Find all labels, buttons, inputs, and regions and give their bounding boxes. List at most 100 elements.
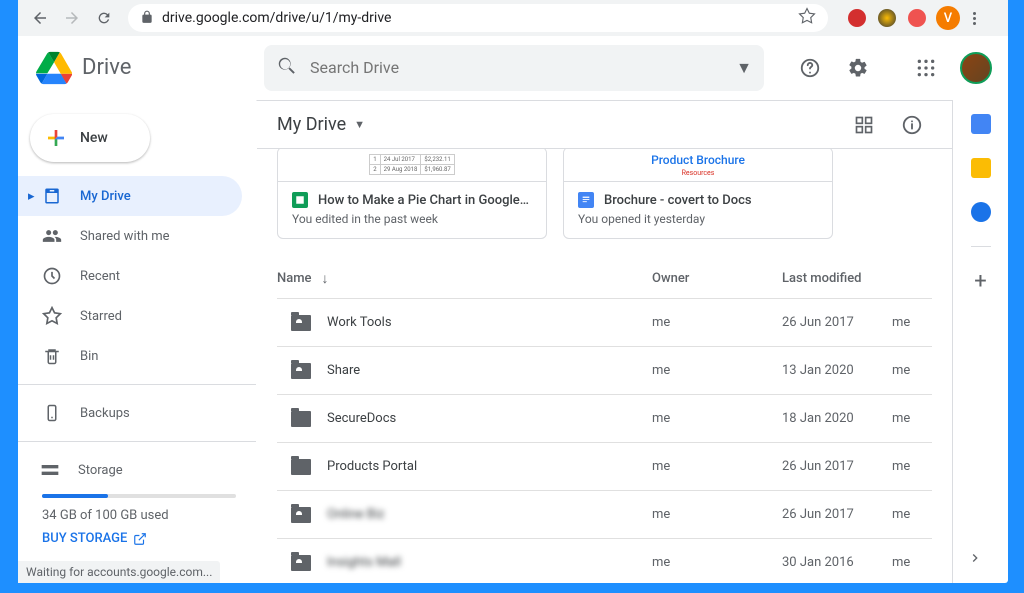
- backup-device-icon: [42, 404, 62, 422]
- add-addon-icon[interactable]: +: [974, 271, 986, 293]
- apps-grid-icon[interactable]: [906, 48, 946, 88]
- file-row[interactable]: Insights Mallme30 Jan 2016me: [277, 539, 932, 583]
- quick-access-cards: 124 Jul 2017$2,232.11229 Aug 2018$1,960.…: [277, 149, 932, 239]
- expand-triangle-icon[interactable]: ▸: [28, 189, 35, 204]
- file-name: Products Portal: [327, 459, 652, 474]
- forward-button[interactable]: [58, 4, 86, 32]
- file-row[interactable]: Products Portalme26 Jun 2017me: [277, 443, 932, 491]
- new-button[interactable]: New: [30, 114, 150, 162]
- clock-icon: [42, 266, 62, 286]
- storage-progress: [42, 494, 236, 498]
- search-icon: [276, 55, 298, 81]
- file-modified-by: me: [892, 411, 932, 426]
- file-modified: 18 Jan 2020: [782, 411, 892, 426]
- file-row[interactable]: Shareme13 Jan 2020me: [277, 347, 932, 395]
- folder-icon: [291, 555, 311, 571]
- sidebar-item-storage[interactable]: Storage: [42, 450, 236, 490]
- column-modified[interactable]: Last modified: [782, 271, 932, 286]
- collapse-panel-icon[interactable]: [960, 543, 990, 573]
- file-owner: me: [652, 363, 782, 378]
- folder-icon: [291, 507, 311, 523]
- file-name: Share: [327, 363, 652, 378]
- search-bar[interactable]: ▼: [264, 45, 764, 91]
- storage-icon: [40, 460, 60, 480]
- sidebar-item-starred[interactable]: Starred: [18, 296, 242, 336]
- search-input[interactable]: [310, 58, 736, 77]
- card-title: How to Make a Pie Chart in Google S...: [318, 193, 532, 208]
- browser-profile[interactable]: V: [936, 6, 960, 30]
- search-options-icon[interactable]: ▼: [736, 58, 752, 78]
- card-preview: Product BrochureResources: [564, 149, 832, 182]
- settings-gear-icon[interactable]: [838, 48, 878, 88]
- account-avatar[interactable]: [960, 52, 992, 84]
- sort-arrow-icon: ↓: [322, 270, 329, 287]
- new-button-label: New: [80, 130, 108, 146]
- browser-status-bar: Waiting for accounts.google.com...: [18, 561, 220, 583]
- sidebar-item-backups[interactable]: Backups: [18, 393, 242, 433]
- chevron-down-icon: ▼: [354, 118, 365, 131]
- back-button[interactable]: [26, 4, 54, 32]
- buy-storage-link[interactable]: BUY STORAGE: [42, 531, 236, 546]
- reload-button[interactable]: [90, 4, 118, 32]
- grid-view-icon[interactable]: [844, 105, 884, 145]
- extension-icon[interactable]: [908, 9, 926, 27]
- file-modified-by: me: [892, 459, 932, 474]
- content-area: My Drive ▼ 124 Jul 2017$2,232.11229 Aug …: [256, 100, 952, 583]
- sidebar-item-my-drive[interactable]: ▸ My Drive: [18, 176, 242, 216]
- column-owner[interactable]: Owner: [652, 271, 782, 286]
- browser-toolbar: drive.google.com/drive/u/1/my-drive V: [18, 0, 1008, 36]
- folder-icon: [291, 363, 311, 379]
- extension-icon[interactable]: [848, 9, 866, 27]
- sidebar-item-label: Backups: [80, 406, 130, 421]
- content-body: 124 Jul 2017$2,232.11229 Aug 2018$1,960.…: [257, 149, 952, 583]
- card-title: Brochure - covert to Docs: [604, 193, 752, 208]
- divider: [18, 441, 256, 442]
- file-owner: me: [652, 411, 782, 426]
- calendar-icon[interactable]: [971, 114, 991, 134]
- sidebar-item-shared[interactable]: Shared with me: [18, 216, 242, 256]
- sidebar-item-label: Bin: [80, 349, 98, 364]
- file-modified: 26 Jun 2017: [782, 315, 892, 330]
- docs-file-icon: [578, 192, 594, 208]
- file-name: SecureDocs: [327, 411, 652, 426]
- sidebar-item-label: My Drive: [80, 189, 131, 204]
- tasks-icon[interactable]: [971, 202, 991, 222]
- info-icon[interactable]: [892, 105, 932, 145]
- app-header: Drive ▼: [18, 36, 1008, 100]
- bookmark-star-icon[interactable]: [798, 7, 816, 29]
- sidebar-item-label: Starred: [80, 309, 122, 324]
- keep-icon[interactable]: [971, 158, 991, 178]
- sidebar-item-recent[interactable]: Recent: [18, 256, 242, 296]
- card-preview: 124 Jul 2017$2,232.11229 Aug 2018$1,960.…: [278, 149, 546, 182]
- sidebar-item-bin[interactable]: Bin: [18, 336, 242, 376]
- address-bar[interactable]: drive.google.com/drive/u/1/my-drive: [128, 4, 828, 32]
- side-panel: +: [952, 100, 1008, 583]
- drive-logo-icon: [42, 187, 62, 205]
- divider: [971, 246, 991, 247]
- file-owner: me: [652, 459, 782, 474]
- card-subtitle: You opened it yesterday: [578, 212, 818, 226]
- column-name[interactable]: Name ↓: [277, 270, 652, 287]
- file-row[interactable]: Work Toolsme26 Jun 2017me: [277, 299, 932, 347]
- url-text: drive.google.com/drive/u/1/my-drive: [162, 10, 391, 26]
- file-row[interactable]: SecureDocsme18 Jan 2020me: [277, 395, 932, 443]
- file-name: Online Biz: [327, 507, 652, 522]
- file-modified-by: me: [892, 555, 932, 570]
- divider: [18, 384, 256, 385]
- sheets-file-icon: [292, 192, 308, 208]
- logo-area[interactable]: Drive: [34, 48, 256, 88]
- drive-logo-icon: [34, 48, 74, 88]
- card-subtitle: You edited in the past week: [292, 212, 532, 226]
- quick-access-card[interactable]: Product BrochureResources Brochure - cove…: [563, 149, 833, 239]
- file-row[interactable]: Online Bizme26 Jun 2017me: [277, 491, 932, 539]
- app-name: Drive: [82, 55, 131, 80]
- browser-menu-icon[interactable]: [964, 12, 984, 25]
- storage-section: Storage 34 GB of 100 GB used BUY STORAGE: [18, 450, 256, 546]
- breadcrumb[interactable]: My Drive ▼: [277, 114, 365, 135]
- sidebar-item-label: Recent: [80, 269, 120, 284]
- extension-icon[interactable]: [878, 9, 896, 27]
- help-icon[interactable]: [790, 48, 830, 88]
- quick-access-card[interactable]: 124 Jul 2017$2,232.11229 Aug 2018$1,960.…: [277, 149, 547, 239]
- file-modified: 26 Jun 2017: [782, 507, 892, 522]
- folder-icon: [291, 459, 311, 475]
